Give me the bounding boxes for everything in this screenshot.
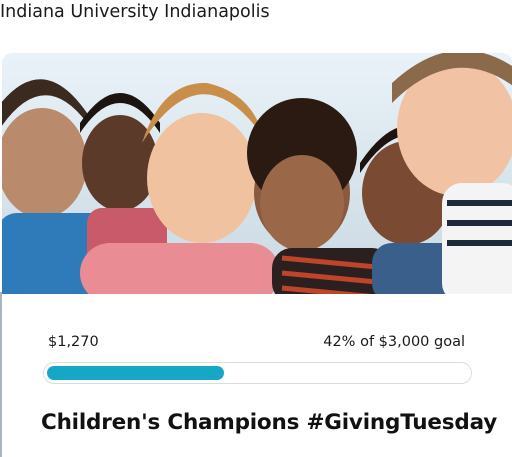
fundraising-amounts: $1,270 42% of $3,000 goal	[48, 334, 465, 354]
goal-progress-text: 42% of $3,000 goal	[323, 334, 465, 350]
amount-raised: $1,270	[48, 334, 99, 350]
card-left-border	[0, 292, 2, 457]
campaign-page: Indiana University Indianapolis $1,270 4…	[0, 0, 512, 457]
children-photo-illustration	[2, 53, 512, 294]
progress-bar	[43, 362, 472, 384]
organization-name[interactable]: Indiana University Indianapolis	[0, 0, 270, 24]
campaign-title[interactable]: Children's Champions #GivingTuesday	[41, 410, 497, 435]
campaign-hero-image[interactable]	[2, 53, 512, 294]
campaign-card[interactable]	[2, 53, 512, 457]
progress-bar-fill	[47, 366, 224, 380]
